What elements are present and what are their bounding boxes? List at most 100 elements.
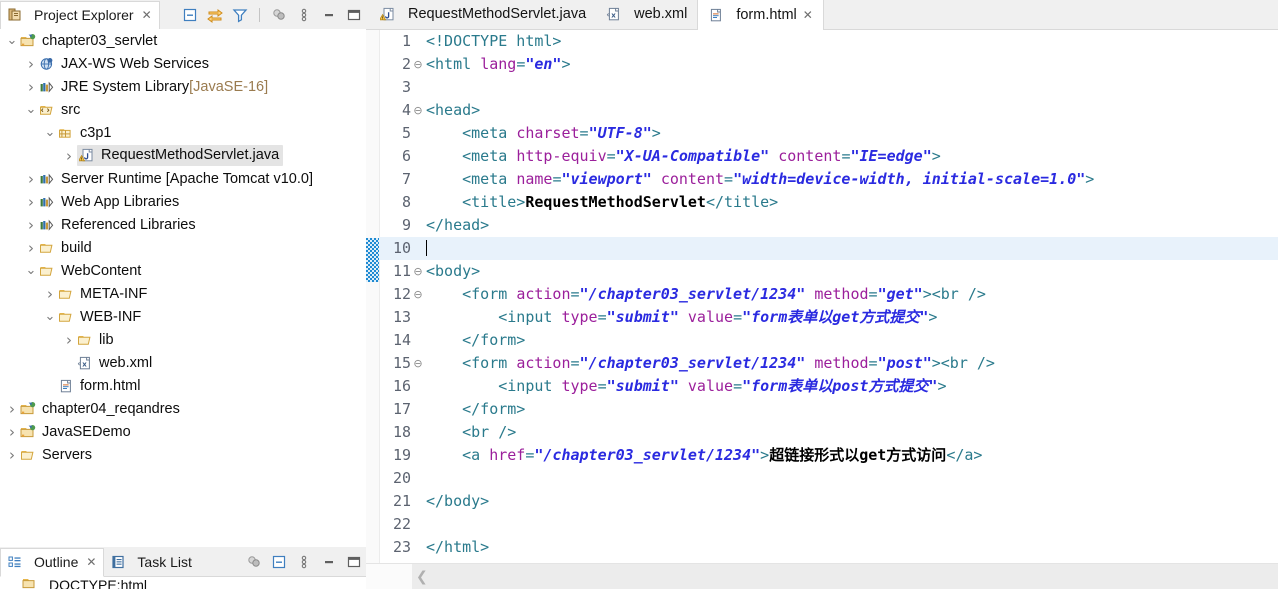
chevron-right-icon[interactable]: › [61, 331, 77, 349]
code-line[interactable]: 2 ⊖ <html lang="en"> [379, 53, 1278, 76]
code-line[interactable]: 18 <br /> [379, 421, 1278, 444]
code-line[interactable]: 5 <meta charset="UTF-8"> [379, 122, 1278, 145]
maximize-icon[interactable] [346, 554, 362, 570]
code-line[interactable]: 11 ⊖ <body> [379, 260, 1278, 283]
project-tree[interactable]: ⌄ chapter03_servlet › JAX-WS Web Services… [0, 29, 367, 547]
fold-collapse-icon[interactable]: ⊖ [412, 283, 424, 306]
code-line[interactable]: 7 <meta name="viewport" content="width=d… [379, 168, 1278, 191]
chevron-right-icon[interactable]: › [23, 170, 39, 188]
chevron-down-icon[interactable]: ⌄ [42, 126, 58, 139]
chevron-right-icon[interactable]: › [23, 78, 39, 96]
tree-item-web-xml[interactable]: x web.xml [0, 351, 366, 374]
chevron-right-icon[interactable]: › [23, 55, 39, 73]
code-line[interactable]: 9 </head> [379, 214, 1278, 237]
view-menu-icon[interactable] [271, 7, 287, 23]
fold-collapse-icon[interactable]: ⊖ [412, 260, 424, 283]
minimize-icon[interactable] [321, 554, 337, 570]
tree-item-webcontent[interactable]: ⌄ WebContent [0, 259, 366, 282]
scroll-left-arrow-icon[interactable]: ❮ [416, 569, 428, 585]
fold-collapse-icon[interactable]: ⊖ [412, 352, 424, 375]
tree-item-requestmethodservlet-java[interactable]: › RequestMethodServlet.java [0, 144, 366, 167]
code-line[interactable]: 15 ⊖ <form action="/chapter03_servlet/123… [379, 352, 1278, 375]
chevron-right-icon[interactable]: › [23, 193, 39, 211]
tree-item-chapter03-servlet[interactable]: ⌄ chapter03_servlet [0, 29, 366, 52]
chevron-down-icon[interactable]: ⌄ [23, 103, 39, 116]
code-line[interactable]: 4 ⊖ <head> [379, 99, 1278, 122]
chevron-down-icon[interactable]: ⌄ [4, 34, 20, 47]
tree-item-jax-ws-web-services[interactable]: › JAX-WS Web Services [0, 52, 366, 75]
tab-task-list-label: Task List [137, 553, 192, 570]
horizontal-scrollbar[interactable]: ❮ [366, 563, 1278, 589]
outline-view: Outline ✕ Task List DOCTYPE:html [0, 547, 367, 589]
chevron-right-icon[interactable]: › [61, 147, 77, 165]
close-icon[interactable]: ✕ [142, 8, 152, 22]
code-line-text: <input type="submit" value="form表单以post方… [498, 377, 947, 395]
chevron-down-icon[interactable]: ⌄ [42, 310, 58, 323]
tree-item-form-html[interactable]: form.html [0, 374, 366, 397]
collapse-all-icon[interactable] [271, 554, 287, 570]
tree-item-javasedemo[interactable]: › JavaSEDemo [0, 420, 366, 443]
collapse-all-icon[interactable] [182, 7, 198, 23]
chevron-right-icon[interactable]: › [4, 446, 20, 464]
close-icon[interactable]: ✕ [803, 8, 813, 22]
code-line[interactable]: 10 [379, 237, 1278, 260]
outline-item-doctype[interactable]: DOCTYPE:html [0, 577, 366, 589]
chevron-right-icon[interactable]: › [4, 400, 20, 418]
vertical-dots-icon[interactable] [296, 554, 312, 570]
close-icon[interactable]: ✕ [86, 555, 96, 569]
code-line[interactable]: 8 <title>RequestMethodServlet</title> [379, 191, 1278, 214]
code-line[interactable]: 12 ⊖ <form action="/chapter03_servlet/123… [379, 283, 1278, 306]
tab-outline[interactable]: Outline ✕ [0, 547, 105, 577]
chevron-right-icon[interactable]: › [23, 239, 39, 257]
scrollbar-track[interactable] [412, 564, 1278, 589]
tree-item-content: chapter04_reqandres [20, 400, 180, 418]
code-line[interactable]: 22 [379, 513, 1278, 536]
tree-item-servers[interactable]: › Servers [0, 443, 366, 466]
chevron-down-icon[interactable]: ⌄ [23, 264, 39, 277]
code-line[interactable]: 1 <!DOCTYPE html> [379, 30, 1278, 53]
code-line[interactable]: 6 <meta http-equiv="X-UA-Compatible" con… [379, 145, 1278, 168]
tree-item-jre-system-library[interactable]: › JRE System Library [JavaSE-16] [0, 75, 366, 98]
code-line[interactable]: 14 </form> [379, 329, 1278, 352]
code-line[interactable]: 20 [379, 467, 1278, 490]
tree-item-content: JRE System Library [JavaSE-16] [39, 78, 268, 96]
editor-tab-web-xml[interactable]: x web.xml [596, 0, 697, 29]
fold-collapse-icon[interactable]: ⊖ [412, 99, 424, 122]
tree-item-web-app-libraries[interactable]: › Web App Libraries [0, 190, 366, 213]
line-number: 19 [392, 446, 411, 464]
filter-icon[interactable] [232, 7, 248, 23]
chevron-right-icon[interactable]: › [23, 216, 39, 234]
code-lines[interactable]: 1 <!DOCTYPE html> 2 ⊖ <html lang="en"> 3 4 ⊖ <he… [379, 30, 1278, 563]
maximize-icon[interactable] [346, 7, 362, 23]
code-line[interactable]: 3 [379, 76, 1278, 99]
tree-item-meta-inf[interactable]: › META-INF [0, 282, 366, 305]
code-line[interactable]: 17 </form> [379, 398, 1278, 421]
editor-tab-requestmethodservlet-java[interactable]: RequestMethodServlet.java [370, 0, 596, 29]
tree-item-lib[interactable]: › lib [0, 328, 366, 351]
chevron-right-icon[interactable]: › [4, 423, 20, 441]
code-editor[interactable]: 1 <!DOCTYPE html> 2 ⊖ <html lang="en"> 3 4 ⊖ <he… [366, 30, 1278, 563]
code-line[interactable]: 13 <input type="submit" value="form表单以ge… [379, 306, 1278, 329]
tree-item-src[interactable]: ⌄ src [0, 98, 366, 121]
tree-item-c3p1[interactable]: ⌄ c3p1 [0, 121, 366, 144]
minimize-icon[interactable] [321, 7, 337, 23]
fold-collapse-icon[interactable]: ⊖ [412, 53, 424, 76]
code-line[interactable]: 19 <a href="/chapter03_servlet/1234">超链接… [379, 444, 1278, 467]
vertical-dots-icon[interactable] [296, 7, 312, 23]
chevron-right-icon[interactable]: › [42, 285, 58, 303]
tree-item-chapter04-reqandres[interactable]: › chapter04_reqandres [0, 397, 366, 420]
link-with-editor-icon[interactable] [207, 7, 223, 23]
tree-item-content: form.html [58, 377, 140, 395]
editor-tab-form-html[interactable]: form.html ✕ [697, 0, 824, 30]
code-line[interactable]: 23 </html> [379, 536, 1278, 559]
tab-task-list[interactable]: Task List [104, 547, 198, 576]
tree-item-build[interactable]: › build [0, 236, 366, 259]
code-line[interactable]: 16 <input type="submit" value="form表单以po… [379, 375, 1278, 398]
tab-project-explorer[interactable]: Project Explorer ✕ [0, 0, 160, 30]
view-menu-icon[interactable] [246, 554, 262, 570]
tree-item-referenced-libraries[interactable]: › Referenced Libraries [0, 213, 366, 236]
annotation-ruler[interactable] [366, 30, 380, 563]
tree-item-server-runtime-apache-tomcat-v10-0[interactable]: › Server Runtime [Apache Tomcat v10.0] [0, 167, 366, 190]
code-line[interactable]: 21 </body> [379, 490, 1278, 513]
tree-item-web-inf[interactable]: ⌄ WEB-INF [0, 305, 366, 328]
